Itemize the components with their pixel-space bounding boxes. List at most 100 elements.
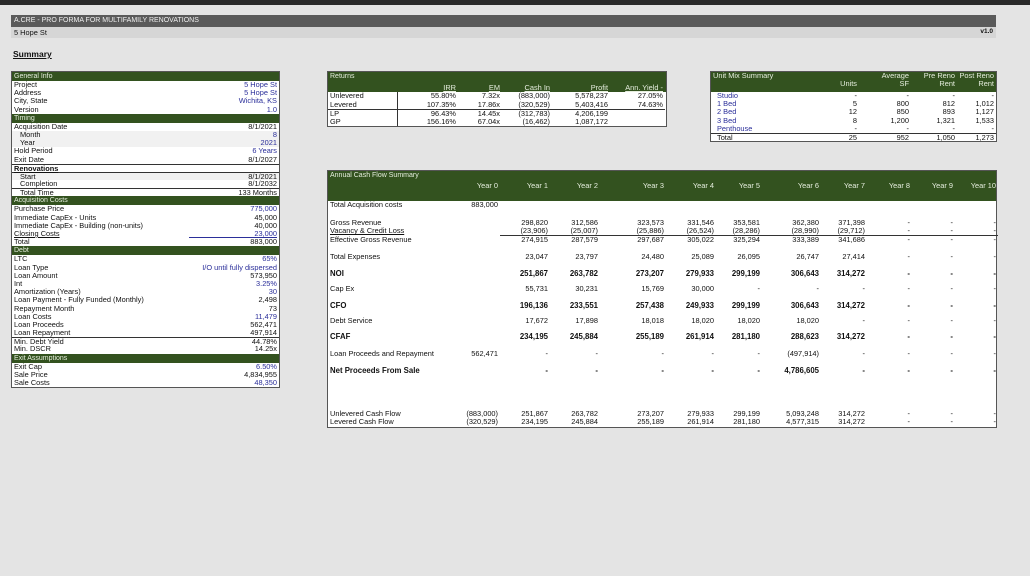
cf-value-net-sale bbox=[458, 365, 500, 376]
cf-value-levered: - bbox=[907, 417, 910, 427]
returns-row-label: Levered bbox=[328, 100, 398, 109]
year-column-header: Year 4 bbox=[692, 181, 714, 190]
cf-row-label-noi: NOI bbox=[330, 268, 344, 278]
cf-value-egr: 333,389 bbox=[792, 234, 819, 244]
cf-value-acq bbox=[716, 201, 762, 210]
cf-value-capex: 30,000 bbox=[691, 283, 714, 293]
cf-value-acq bbox=[666, 201, 716, 210]
cf-value-capex: - bbox=[757, 283, 760, 293]
month-row[interactable]: Month 8 bbox=[12, 130, 279, 140]
unit-units: 8 bbox=[852, 115, 857, 125]
total-time-row[interactable]: Total Time 133 Months bbox=[12, 188, 279, 197]
cf-value-vacancy bbox=[458, 227, 500, 236]
cf-value-loan: - bbox=[711, 349, 714, 359]
returns-yield: 74.63% bbox=[637, 99, 663, 109]
cf-value-acq bbox=[550, 201, 600, 210]
cf-value-cfo: 314,272 bbox=[836, 300, 865, 310]
min-dscr-row[interactable]: Min. DSCR 14.25x bbox=[12, 345, 279, 353]
cf-value-noi: 251,867 bbox=[519, 268, 548, 278]
general-info-row[interactable]: Version 1.0 bbox=[12, 104, 279, 114]
unit-total-sf: 952 bbox=[859, 132, 911, 142]
cf-value-loan: - bbox=[950, 349, 953, 359]
cf-value-net-sale: - bbox=[661, 365, 664, 375]
cf-value-acq bbox=[867, 201, 912, 210]
row-value: 1.0 bbox=[266, 104, 277, 114]
cf-value-capex bbox=[458, 285, 500, 294]
cf-row-label-cfo: CFO bbox=[330, 300, 347, 310]
general-info-header: General Info bbox=[12, 72, 279, 81]
cf-value-capex: 55,731 bbox=[525, 283, 548, 293]
cf-value-cfaf: 234,195 bbox=[519, 332, 548, 342]
cf-value-loan: - bbox=[545, 349, 548, 359]
min-debt-yield-row[interactable]: Min. Debt Yield 44.78% bbox=[12, 337, 279, 346]
unit-mix-blank bbox=[711, 80, 801, 88]
cf-value-cfaf bbox=[458, 331, 500, 342]
unit-units: - bbox=[854, 123, 857, 133]
cf-value-noi: - bbox=[950, 268, 953, 278]
unit-total-units: 25 bbox=[801, 132, 859, 142]
cf-value-cfo: 249,933 bbox=[685, 300, 714, 310]
cf-value-cfo: - bbox=[907, 300, 910, 310]
cf-value-debt-service: - bbox=[862, 315, 865, 325]
cf-value-loan: - bbox=[757, 349, 760, 359]
cf-value-cfaf: 314,272 bbox=[836, 332, 865, 342]
cf-value-cfaf: - bbox=[993, 332, 996, 342]
cf-value-noi: 306,643 bbox=[790, 268, 819, 278]
sheet-title-bar: A.CRE - PRO FORMA FOR MULTIFAMILY RENOVA… bbox=[11, 15, 996, 27]
sale-price-row[interactable]: Sale Price 4,834,955 bbox=[12, 370, 279, 379]
acquisition-total-row[interactable]: Total 883,000 bbox=[12, 237, 279, 246]
loan-amount-row[interactable]: Loan Amount 573,950 bbox=[12, 271, 279, 280]
cf-value-vacancy: - bbox=[912, 227, 955, 236]
cf-value-vacancy: - bbox=[867, 227, 912, 236]
general-info-row[interactable]: Project 5 Hope St bbox=[12, 80, 279, 89]
cf-value-unlevered: - bbox=[907, 408, 910, 418]
exit-cap-row[interactable]: Exit Cap 6.50% bbox=[12, 362, 279, 371]
cf-value-cfaf: 281,180 bbox=[731, 332, 760, 342]
sale-costs-row[interactable]: Sale Costs 48,350 bbox=[12, 378, 279, 387]
cf-value-egr: 297,687 bbox=[637, 234, 664, 244]
returns-column-header: IRR bbox=[443, 82, 456, 92]
returns-column-header: Ann. Yield - bbox=[625, 82, 663, 92]
cf-value-levered: (320,529) bbox=[466, 417, 498, 427]
returns-title: Returns bbox=[330, 73, 355, 80]
returns-header: Returns IRR EM Cash In Profit Ann. Yield - bbox=[328, 72, 666, 92]
unit-mix-column-header: Units bbox=[840, 79, 857, 89]
cf-value-levered: 4,577,315 bbox=[786, 417, 819, 427]
cf-value-acq bbox=[762, 201, 821, 210]
hold-period-row[interactable]: Hold Period 6 Years bbox=[12, 147, 279, 155]
cf-value-loan: 562,471 bbox=[471, 349, 498, 359]
exit-date-row[interactable]: Exit Date 8/1/2027 bbox=[12, 155, 279, 164]
repayment-month-row[interactable]: Repayment Month 73 bbox=[12, 304, 279, 313]
acquisition-date-row[interactable]: Acquisition Date 8/1/2021 bbox=[12, 122, 279, 131]
loan-repayment-row[interactable]: Loan Repayment 497,914 bbox=[12, 328, 279, 337]
cf-value-levered: - bbox=[993, 417, 996, 427]
cf-row-label-net-sale: Net Proceeds From Sale bbox=[330, 365, 420, 375]
year-column-header: Year 7 bbox=[843, 181, 865, 190]
property-name: 5 Hope St bbox=[14, 28, 47, 37]
closing-costs-row[interactable]: Closing Costs 23,000 bbox=[12, 229, 279, 239]
cf-row-label-cfaf: CFAF bbox=[330, 332, 351, 342]
cf-value-gross: - bbox=[907, 217, 910, 227]
returns-cash-in: (320,529) bbox=[518, 99, 550, 109]
cf-value-debt-service: 18,020 bbox=[796, 315, 819, 325]
cf-value-debt-service: 17,898 bbox=[575, 315, 598, 325]
cf-value-egr: 274,915 bbox=[521, 234, 548, 244]
general-info-row[interactable]: City, State Wichita, KS bbox=[12, 97, 279, 105]
returns-profit: 1,087,172 bbox=[575, 116, 608, 126]
cf-value-noi bbox=[458, 268, 500, 279]
cf-value-cfo: 306,643 bbox=[790, 300, 819, 310]
cf-value-noi: 314,272 bbox=[836, 268, 865, 278]
unit-type: Penthouse bbox=[717, 123, 753, 133]
renovation-completion-row[interactable]: Completion 8/1/2032 bbox=[12, 179, 279, 188]
cf-value-levered: 234,195 bbox=[521, 417, 548, 427]
